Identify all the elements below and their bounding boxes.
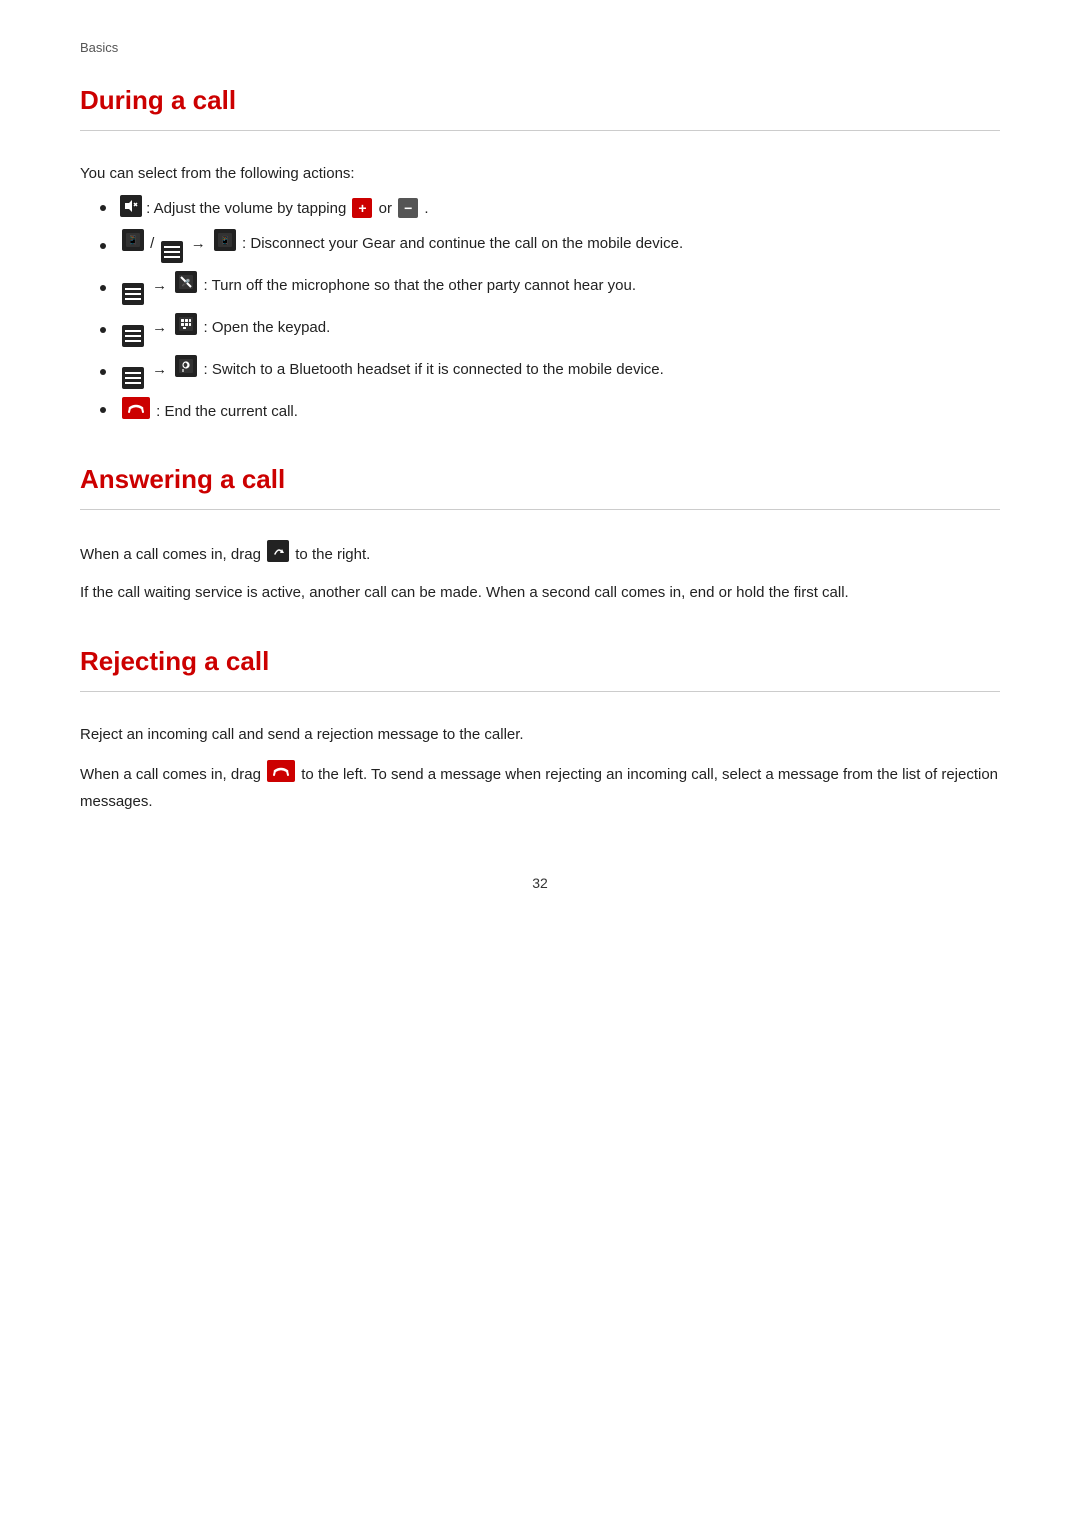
bullet-dot <box>100 327 106 333</box>
section-rejecting-a-call: Rejecting a call Reject an incoming call… <box>80 646 1000 815</box>
menu-icon-4 <box>122 367 144 389</box>
section-divider <box>80 509 1000 510</box>
section-divider <box>80 130 1000 131</box>
section-answering-a-call: Answering a call When a call comes in, d… <box>80 464 1000 607</box>
section-divider <box>80 691 1000 692</box>
svg-text:🎤: 🎤 <box>182 278 191 287</box>
rejecting-paragraph-1: Reject an incoming call and send a rejec… <box>80 722 1000 748</box>
bullet-mute-content: → 🎤 : Turn off the microphone so that th… <box>120 271 636 305</box>
bullet-disconnect-content: 📱 / → 📱 : Disconnect your Gear and co <box>120 229 683 263</box>
section-title-answering: Answering a call <box>80 464 1000 495</box>
volume-icon <box>120 195 142 217</box>
plus-icon: + <box>352 198 372 218</box>
menu-icon-2 <box>122 283 144 305</box>
mic-off-icon: 🎤 <box>175 271 197 293</box>
bullet-dot <box>100 205 106 211</box>
svg-text:📱: 📱 <box>127 234 138 245</box>
bullet-keypad: → : Open the keypad. <box>100 313 1000 347</box>
bullet-end-call-content: : End the current call. <box>120 397 298 424</box>
section-title-rejecting: Rejecting a call <box>80 646 1000 677</box>
section-title-during-a-call: During a call <box>80 85 1000 116</box>
end-call-icon <box>122 397 150 419</box>
bullet-disconnect: 📱 / → 📱 : Disconnect your Gear and co <box>100 229 1000 263</box>
svg-text:📱: 📱 <box>220 235 230 245</box>
bullet-mute: → 🎤 : Turn off the microphone so that th… <box>100 271 1000 305</box>
bullet-dot <box>100 285 106 291</box>
bullet-dot <box>100 369 106 375</box>
bullet-volume-content: : Adjust the volume by tapping + or − . <box>120 195 429 221</box>
rejecting-paragraph-2: When a call comes in, drag to the left. … <box>80 760 1000 815</box>
answer-drag-icon <box>267 540 289 562</box>
section-during-a-call: During a call You can select from the fo… <box>80 85 1000 424</box>
reject-drag-icon <box>267 760 295 782</box>
phone-icon-1: 📱 <box>214 229 236 251</box>
gear-phone-icon: 📱 <box>122 229 144 251</box>
bullet-dot <box>100 407 106 413</box>
breadcrumb: Basics <box>80 40 1000 55</box>
minus-icon: − <box>398 198 418 218</box>
bullet-keypad-content: → : Open the keypad. <box>120 313 330 347</box>
page-number: 32 <box>80 875 1000 891</box>
bullet-bluetooth-content: → : Switch to a Bluetooth headset if it … <box>120 355 664 389</box>
keypad-icon <box>175 313 197 335</box>
bullet-volume: : Adjust the volume by tapping + or − . <box>100 195 1000 221</box>
bullet-bluetooth: → : Switch to a Bluetooth headset if it … <box>100 355 1000 389</box>
bluetooth-headset-icon <box>175 355 197 377</box>
menu-icon-3 <box>122 325 144 347</box>
during-call-bullets: : Adjust the volume by tapping + or − . … <box>100 195 1000 424</box>
answering-paragraph-1: When a call comes in, drag to the right. <box>80 540 1000 568</box>
section-intro: You can select from the following action… <box>80 161 1000 187</box>
bullet-end-call: : End the current call. <box>100 397 1000 424</box>
answering-paragraph-2: If the call waiting service is active, a… <box>80 580 1000 606</box>
menu-icon-1 <box>161 241 183 263</box>
bullet-dot <box>100 243 106 249</box>
